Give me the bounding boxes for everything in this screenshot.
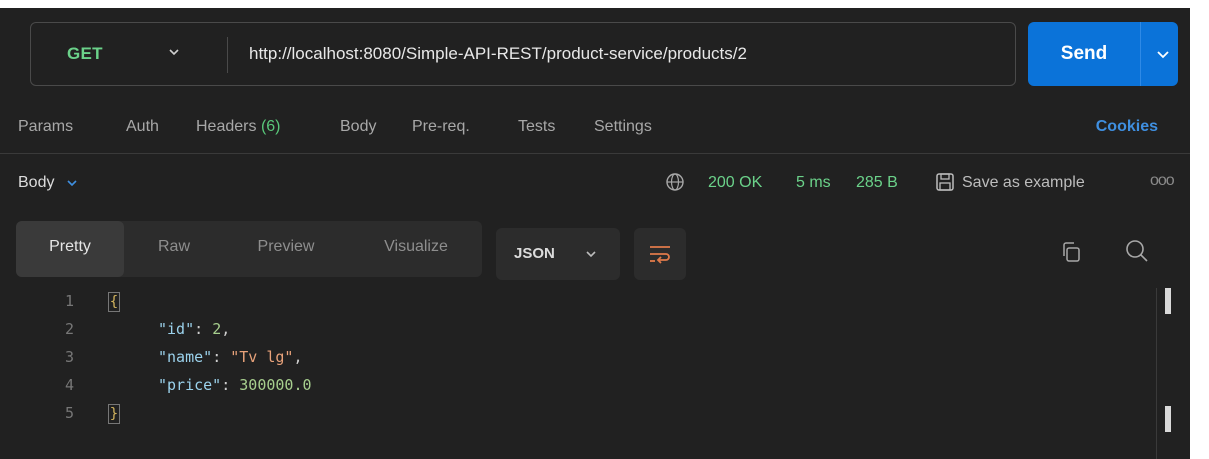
tab-settings[interactable]: Settings: [594, 118, 652, 136]
json-comma: ,: [221, 320, 231, 338]
request-tabs: Params Auth Headers (6) Body Pre-req. Te…: [0, 110, 1190, 150]
fold-close-brace[interactable]: }: [108, 404, 120, 424]
tab-params[interactable]: Params: [18, 118, 73, 136]
request-bar: GET http://localhost:8080/Simple-API-RES…: [14, 22, 1178, 86]
format-label: JSON: [514, 245, 555, 262]
line-number: 2: [64, 320, 74, 338]
tab-headers[interactable]: Headers (6): [196, 118, 281, 136]
code-line: 2 "id": 2,: [0, 320, 1100, 344]
scrollbar-marker[interactable]: [1165, 406, 1171, 432]
send-button-group: Send: [1028, 22, 1178, 86]
fold-open-brace[interactable]: {: [108, 292, 120, 312]
response-body-code[interactable]: 1 { 2 "id": 2, 3 "name": "Tv lg", 4 "pri…: [0, 288, 1150, 448]
line-number: 5: [64, 404, 74, 422]
send-options-chevron-icon[interactable]: [1154, 45, 1172, 63]
save-icon: [936, 173, 954, 191]
json-entry-id: "id": 2,: [158, 320, 230, 338]
postman-window: GET http://localhost:8080/Simple-API-RES…: [0, 8, 1190, 459]
url-input[interactable]: http://localhost:8080/Simple-API-REST/pr…: [249, 23, 747, 85]
chevron-down-icon: [67, 180, 78, 187]
url-divider: [227, 37, 228, 73]
response-header: Body 200 OK 5 ms 285 B Save as example o…: [0, 164, 1190, 204]
json-colon: :: [212, 348, 231, 366]
word-wrap-button[interactable]: [634, 228, 686, 280]
json-key: "price": [158, 376, 222, 394]
tab-body[interactable]: Body: [340, 118, 376, 136]
tab-preview[interactable]: Preview: [230, 221, 342, 277]
copy-icon[interactable]: [1059, 240, 1083, 264]
method-select[interactable]: GET: [31, 23, 211, 85]
globe-icon[interactable]: [664, 171, 686, 193]
status-code[interactable]: 200 OK: [708, 174, 762, 192]
json-colon: :: [194, 320, 213, 338]
tab-raw[interactable]: Raw: [136, 221, 212, 277]
json-colon: :: [221, 376, 240, 394]
json-entry-name: "name": "Tv lg",: [158, 348, 303, 366]
cookies-link[interactable]: Cookies: [1096, 118, 1158, 136]
tab-pretty[interactable]: Pretty: [16, 221, 124, 277]
json-value: "Tv lg": [230, 348, 294, 366]
line-number: 3: [64, 348, 74, 366]
headers-count-badge: (6): [260, 118, 281, 135]
format-select[interactable]: JSON: [496, 228, 620, 280]
send-button[interactable]: Send: [1028, 22, 1140, 86]
code-line: 5 }: [0, 404, 1100, 428]
tab-prereq[interactable]: Pre-req.: [412, 118, 470, 136]
response-body-label: Body: [18, 174, 55, 191]
send-divider: [1140, 22, 1141, 86]
scrollbar-marker[interactable]: [1165, 288, 1171, 314]
json-key: "id": [158, 320, 195, 338]
json-comma: ,: [293, 348, 303, 366]
more-options-icon[interactable]: ooo: [1150, 172, 1175, 190]
method-label: GET: [67, 44, 103, 63]
tab-visualize[interactable]: Visualize: [358, 221, 474, 277]
json-value: 300000.0: [239, 376, 312, 394]
tab-tests[interactable]: Tests: [518, 118, 555, 136]
line-number: 4: [64, 376, 74, 394]
view-mode-tabs: Pretty Raw Preview Visualize: [16, 221, 482, 277]
json-entry-price: "price": 300000.0: [158, 376, 312, 394]
scrollbar-track[interactable]: [1156, 288, 1157, 459]
code-line: 4 "price": 300000.0: [0, 376, 1100, 400]
save-as-example-button[interactable]: Save as example: [962, 174, 1085, 192]
code-line: 1 {: [0, 292, 1100, 316]
search-icon[interactable]: [1124, 238, 1150, 264]
response-size[interactable]: 285 B: [856, 174, 898, 192]
line-number: 1: [64, 292, 74, 310]
section-divider: [0, 153, 1190, 154]
code-line: 3 "name": "Tv lg",: [0, 348, 1100, 372]
json-key: "name": [158, 348, 213, 366]
url-bar: GET http://localhost:8080/Simple-API-RES…: [30, 22, 1016, 86]
chevron-down-icon: [586, 251, 596, 258]
chevron-down-icon: [169, 49, 179, 56]
tab-auth[interactable]: Auth: [126, 118, 159, 136]
json-value: 2: [212, 320, 222, 338]
tab-headers-label: Headers: [196, 118, 257, 135]
wrap-lines-icon: [650, 246, 670, 264]
response-time[interactable]: 5 ms: [796, 174, 831, 192]
response-body-select[interactable]: Body: [18, 174, 78, 192]
